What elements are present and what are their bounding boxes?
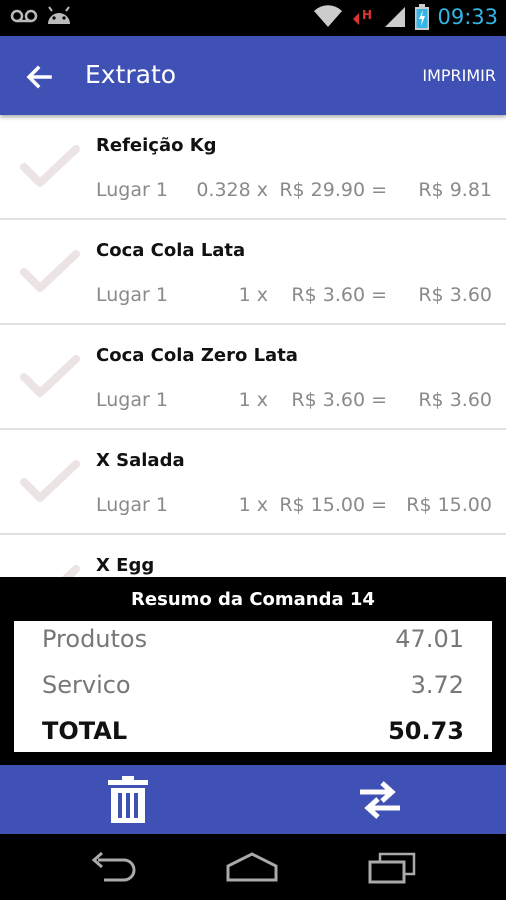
- back-arrow-icon[interactable]: [22, 60, 56, 94]
- status-bar: H 09:33: [0, 0, 506, 36]
- h-signal-icon: H: [353, 8, 373, 25]
- item-total: R$ 15.00: [406, 494, 492, 516]
- wifi-icon: [314, 5, 343, 27]
- list-item[interactable]: Coca Cola Lata Lugar 1 1 x R$ 3.60 = R$ …: [0, 220, 506, 325]
- check-icon: [20, 250, 80, 292]
- item-place: Lugar 1: [96, 284, 168, 306]
- cell-signal-icon: [385, 7, 406, 27]
- trash-icon[interactable]: [106, 775, 150, 825]
- service-row: Servico 3.72: [42, 667, 464, 707]
- item-quantity: 1 x: [238, 389, 268, 411]
- item-unit-price: R$ 3.60 =: [291, 389, 387, 411]
- summary-title: Resumo da Comanda 14: [131, 589, 375, 610]
- action-bar: [0, 765, 506, 834]
- item-unit-price: R$ 29.90 =: [279, 179, 387, 201]
- app-bar: Extrato IMPRIMIR: [0, 36, 506, 115]
- voicemail-icon: [10, 9, 38, 23]
- android-icon: [48, 6, 70, 24]
- recents-nav-icon[interactable]: [362, 850, 422, 884]
- status-left: [10, 6, 72, 26]
- back-nav-icon[interactable]: [84, 850, 144, 884]
- page-title: Extrato: [85, 60, 177, 89]
- check-icon: [20, 460, 80, 502]
- item-total: R$ 3.60: [418, 284, 492, 306]
- item-unit-price: R$ 15.00 =: [279, 494, 387, 516]
- system-nav-bar: [0, 834, 506, 900]
- order-summary: Resumo da Comanda 14 Produtos 47.01 Serv…: [0, 577, 506, 765]
- item-name: Refeição Kg: [96, 135, 217, 156]
- item-name: Coca Cola Zero Lata: [96, 345, 298, 366]
- item-place: Lugar 1: [96, 389, 168, 411]
- swap-arrows-icon[interactable]: [356, 779, 404, 821]
- items-list[interactable]: Refeição Kg Lugar 1 0.328 x R$ 29.90 = R…: [0, 115, 506, 577]
- item-place: Lugar 1: [96, 494, 168, 516]
- item-total: R$ 3.60: [418, 389, 492, 411]
- service-value: 3.72: [410, 671, 464, 699]
- item-unit-price: R$ 3.60 =: [291, 284, 387, 306]
- item-quantity: 0.328 x: [196, 179, 268, 201]
- status-right: H 09:33: [313, 4, 498, 30]
- products-value: 47.01: [395, 625, 464, 653]
- item-place: Lugar 1: [96, 179, 168, 201]
- h-label: H: [362, 8, 372, 22]
- home-nav-icon[interactable]: [222, 850, 282, 884]
- clock: 09:33: [437, 5, 498, 29]
- item-name: X Egg: [96, 555, 155, 576]
- item-quantity: 1 x: [238, 284, 268, 306]
- summary-box: Produtos 47.01 Servico 3.72 TOTAL 50.73: [14, 621, 492, 752]
- item-quantity: 1 x: [238, 494, 268, 516]
- battery-charging-icon: [415, 4, 430, 30]
- service-label: Servico: [42, 671, 131, 699]
- total-label: TOTAL: [42, 717, 128, 745]
- list-item[interactable]: Refeição Kg Lugar 1 0.328 x R$ 29.90 = R…: [0, 115, 506, 220]
- item-total: R$ 9.81: [418, 179, 492, 201]
- total-row: TOTAL 50.73: [42, 713, 464, 753]
- products-row: Produtos 47.01: [42, 621, 464, 661]
- total-value: 50.73: [388, 717, 464, 745]
- check-icon: [61, 565, 80, 577]
- check-icon: [20, 145, 80, 187]
- list-item[interactable]: X Egg: [0, 535, 506, 577]
- list-item[interactable]: Coca Cola Zero Lata Lugar 1 1 x R$ 3.60 …: [0, 325, 506, 430]
- products-label: Produtos: [42, 625, 148, 653]
- item-name: Coca Cola Lata: [96, 240, 246, 261]
- check-icon: [20, 355, 80, 397]
- item-name: X Salada: [96, 450, 185, 471]
- print-button[interactable]: IMPRIMIR: [422, 66, 496, 85]
- list-item[interactable]: X Salada Lugar 1 1 x R$ 15.00 = R$ 15.00: [0, 430, 506, 535]
